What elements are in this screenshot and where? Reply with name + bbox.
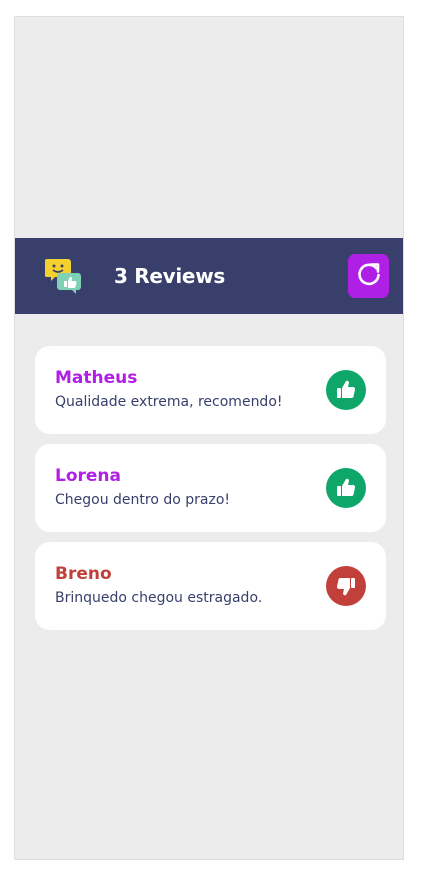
thumbs-down-icon — [326, 566, 366, 606]
review-card: Matheus Qualidade extrema, recomendo! — [35, 346, 386, 434]
review-author: Breno — [55, 564, 112, 584]
refresh-button[interactable] — [348, 254, 389, 298]
review-card: Breno Brinquedo chegou estragado. — [35, 542, 386, 630]
review-text: Brinquedo chegou estragado. — [55, 590, 263, 606]
review-card: Lorena Chegou dentro do prazo! — [35, 444, 386, 532]
app-frame: 3 Reviews Matheus Qualidade extrema, rec… — [14, 16, 404, 860]
refresh-icon — [356, 261, 382, 291]
review-text: Qualidade extrema, recomendo! — [55, 394, 283, 410]
review-author: Matheus — [55, 368, 138, 388]
review-author: Lorena — [55, 466, 121, 486]
chat-bubbles-icon — [44, 257, 83, 295]
page-title: 3 Reviews — [114, 264, 225, 288]
review-text: Chegou dentro do prazo! — [55, 492, 231, 508]
reviews-list: Matheus Qualidade extrema, recomendo! Lo… — [35, 346, 386, 640]
thumbs-up-icon — [326, 468, 366, 508]
header-bar: 3 Reviews — [15, 238, 403, 314]
thumbs-up-icon — [326, 370, 366, 410]
